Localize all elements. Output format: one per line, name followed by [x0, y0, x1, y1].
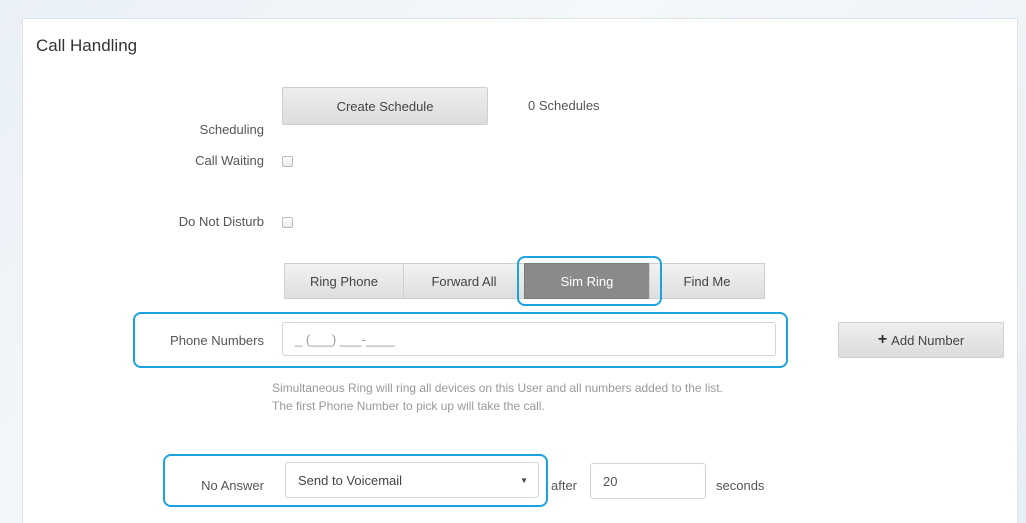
sim-ring-button[interactable]: Sim Ring [524, 263, 650, 299]
no-answer-label: No Answer [201, 478, 264, 493]
no-answer-select[interactable]: Send to Voicemail ▼ [285, 462, 539, 498]
phone-number-input[interactable]: _ (___) ___-____ [282, 322, 776, 356]
seconds-input[interactable]: 20 [590, 463, 706, 499]
no-answer-selected-value: Send to Voicemail [298, 472, 403, 488]
scheduling-label: Scheduling [199, 122, 264, 137]
phone-numbers-label: Phone Numbers [170, 333, 264, 348]
forward-all-button[interactable]: Forward All [403, 263, 525, 299]
add-number-button[interactable]: + Add Number [838, 322, 1004, 358]
call-waiting-label: Call Waiting [195, 153, 264, 168]
do-not-disturb-checkbox[interactable] [282, 217, 293, 228]
call-waiting-checkbox[interactable] [282, 156, 293, 167]
plus-icon: + [877, 331, 888, 348]
sim-ring-help-text: Simultaneous Ring will ring all devices … [272, 381, 723, 413]
create-schedule-button[interactable]: Create Schedule [282, 87, 488, 125]
schedules-count: 0 Schedules [528, 98, 600, 113]
add-number-label: Add Number [891, 332, 965, 348]
do-not-disturb-label: Do Not Disturb [178, 214, 264, 229]
after-label: after [551, 478, 578, 493]
seconds-label: seconds [716, 478, 765, 493]
find-me-button[interactable]: Find Me [649, 263, 765, 299]
section-title: Call Handling [36, 36, 138, 55]
ring-mode-selector: Ring Phone Forward All Sim Ring Find Me [284, 263, 765, 299]
ring-phone-button[interactable]: Ring Phone [284, 263, 404, 299]
chevron-down-icon: ▼ [520, 475, 528, 485]
